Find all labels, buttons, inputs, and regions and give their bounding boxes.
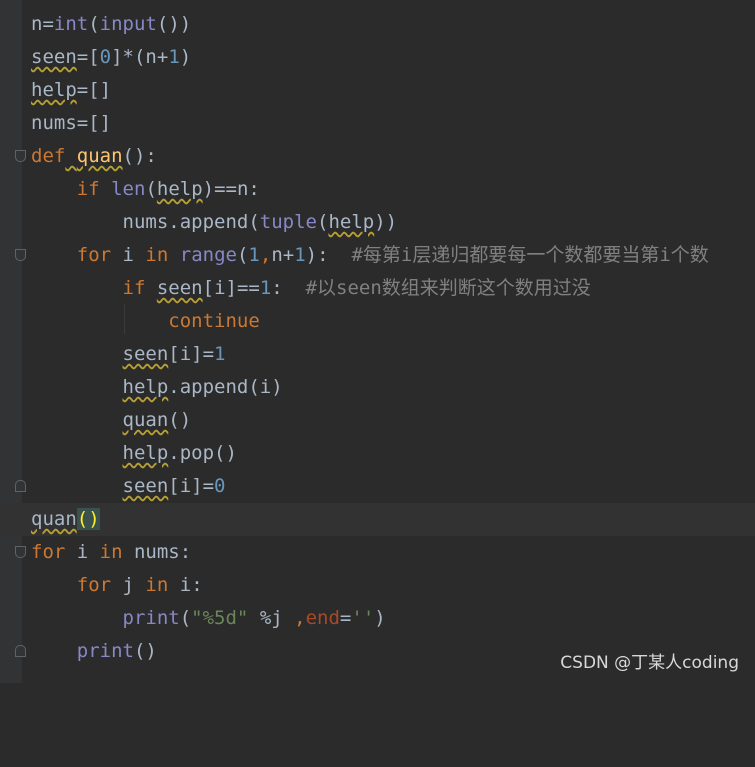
- code-line-10[interactable]: continue: [0, 305, 755, 338]
- code-line-text: if seen[i]==1: #以seen数组来判断这个数用过没: [122, 277, 591, 299]
- code-line-text: for i in nums:: [31, 541, 192, 563]
- code-line-13[interactable]: quan(): [0, 404, 755, 437]
- code-line-text: for j in i:: [76, 574, 203, 596]
- code-line-8[interactable]: for i in range(1,n+1): #每第i层递归都要每一个数都要当第…: [0, 239, 755, 272]
- code-line-text: for i in range(1,n+1): #每第i层递归都要每一个数都要当第…: [76, 244, 709, 266]
- fold-expand-icon[interactable]: [15, 645, 26, 657]
- code-line-7[interactable]: nums.append(tuple(help)): [0, 206, 755, 239]
- code-line-text: quan(): [122, 409, 192, 431]
- code-line-text: print("%5d" %j ,end=''): [122, 607, 386, 629]
- fold-collapse-icon[interactable]: [15, 150, 26, 162]
- code-line-18[interactable]: for j in i:: [0, 569, 755, 602]
- code-line-text: help.pop(): [122, 442, 237, 464]
- code-line-text: nums=[]: [31, 112, 112, 134]
- code-line-text: if len(help)==n:: [76, 178, 260, 200]
- code-line-16-current[interactable]: quan(): [0, 503, 755, 536]
- code-line-12[interactable]: help.append(i): [0, 371, 755, 404]
- code-line-6[interactable]: if len(help)==n:: [0, 173, 755, 206]
- code-line-1[interactable]: n=int(input()): [0, 8, 755, 41]
- code-line-11[interactable]: seen[i]=1: [0, 338, 755, 371]
- code-line-17[interactable]: for i in nums:: [0, 536, 755, 569]
- code-line-text: continue: [168, 310, 260, 332]
- code-line-text: def quan():: [31, 145, 157, 167]
- fold-collapse-icon[interactable]: [15, 249, 26, 261]
- code-line-4[interactable]: nums=[]: [0, 107, 755, 140]
- fold-expand-icon[interactable]: [15, 480, 26, 492]
- code-line-text: nums.append(tuple(help)): [31, 211, 398, 233]
- code-line-text: quan(): [31, 508, 100, 530]
- code-line-3[interactable]: help=[]: [0, 74, 755, 107]
- csdn-watermark: CSDN @丁某人coding: [560, 653, 739, 673]
- code-line-text: help=[]: [31, 79, 112, 101]
- code-line-text: n=int(input()): [31, 13, 192, 35]
- code-line-text: print(): [76, 640, 157, 662]
- code-line-text: help.append(i): [122, 376, 283, 398]
- code-line-19[interactable]: print("%5d" %j ,end=''): [0, 602, 755, 635]
- fold-collapse-icon[interactable]: [15, 546, 26, 558]
- code-line-text: seen=[0]*(n+1): [31, 46, 192, 68]
- code-line-2[interactable]: seen=[0]*(n+1): [0, 41, 755, 74]
- code-line-15[interactable]: seen[i]=0: [0, 470, 755, 503]
- code-line-14[interactable]: help.pop(): [0, 437, 755, 470]
- code-line-text: seen[i]=1: [122, 343, 226, 365]
- code-line-5[interactable]: def quan():: [0, 140, 755, 173]
- code-line-9[interactable]: if seen[i]==1: #以seen数组来判断这个数用过没: [0, 272, 755, 305]
- code-line-text: seen[i]=0: [122, 475, 226, 497]
